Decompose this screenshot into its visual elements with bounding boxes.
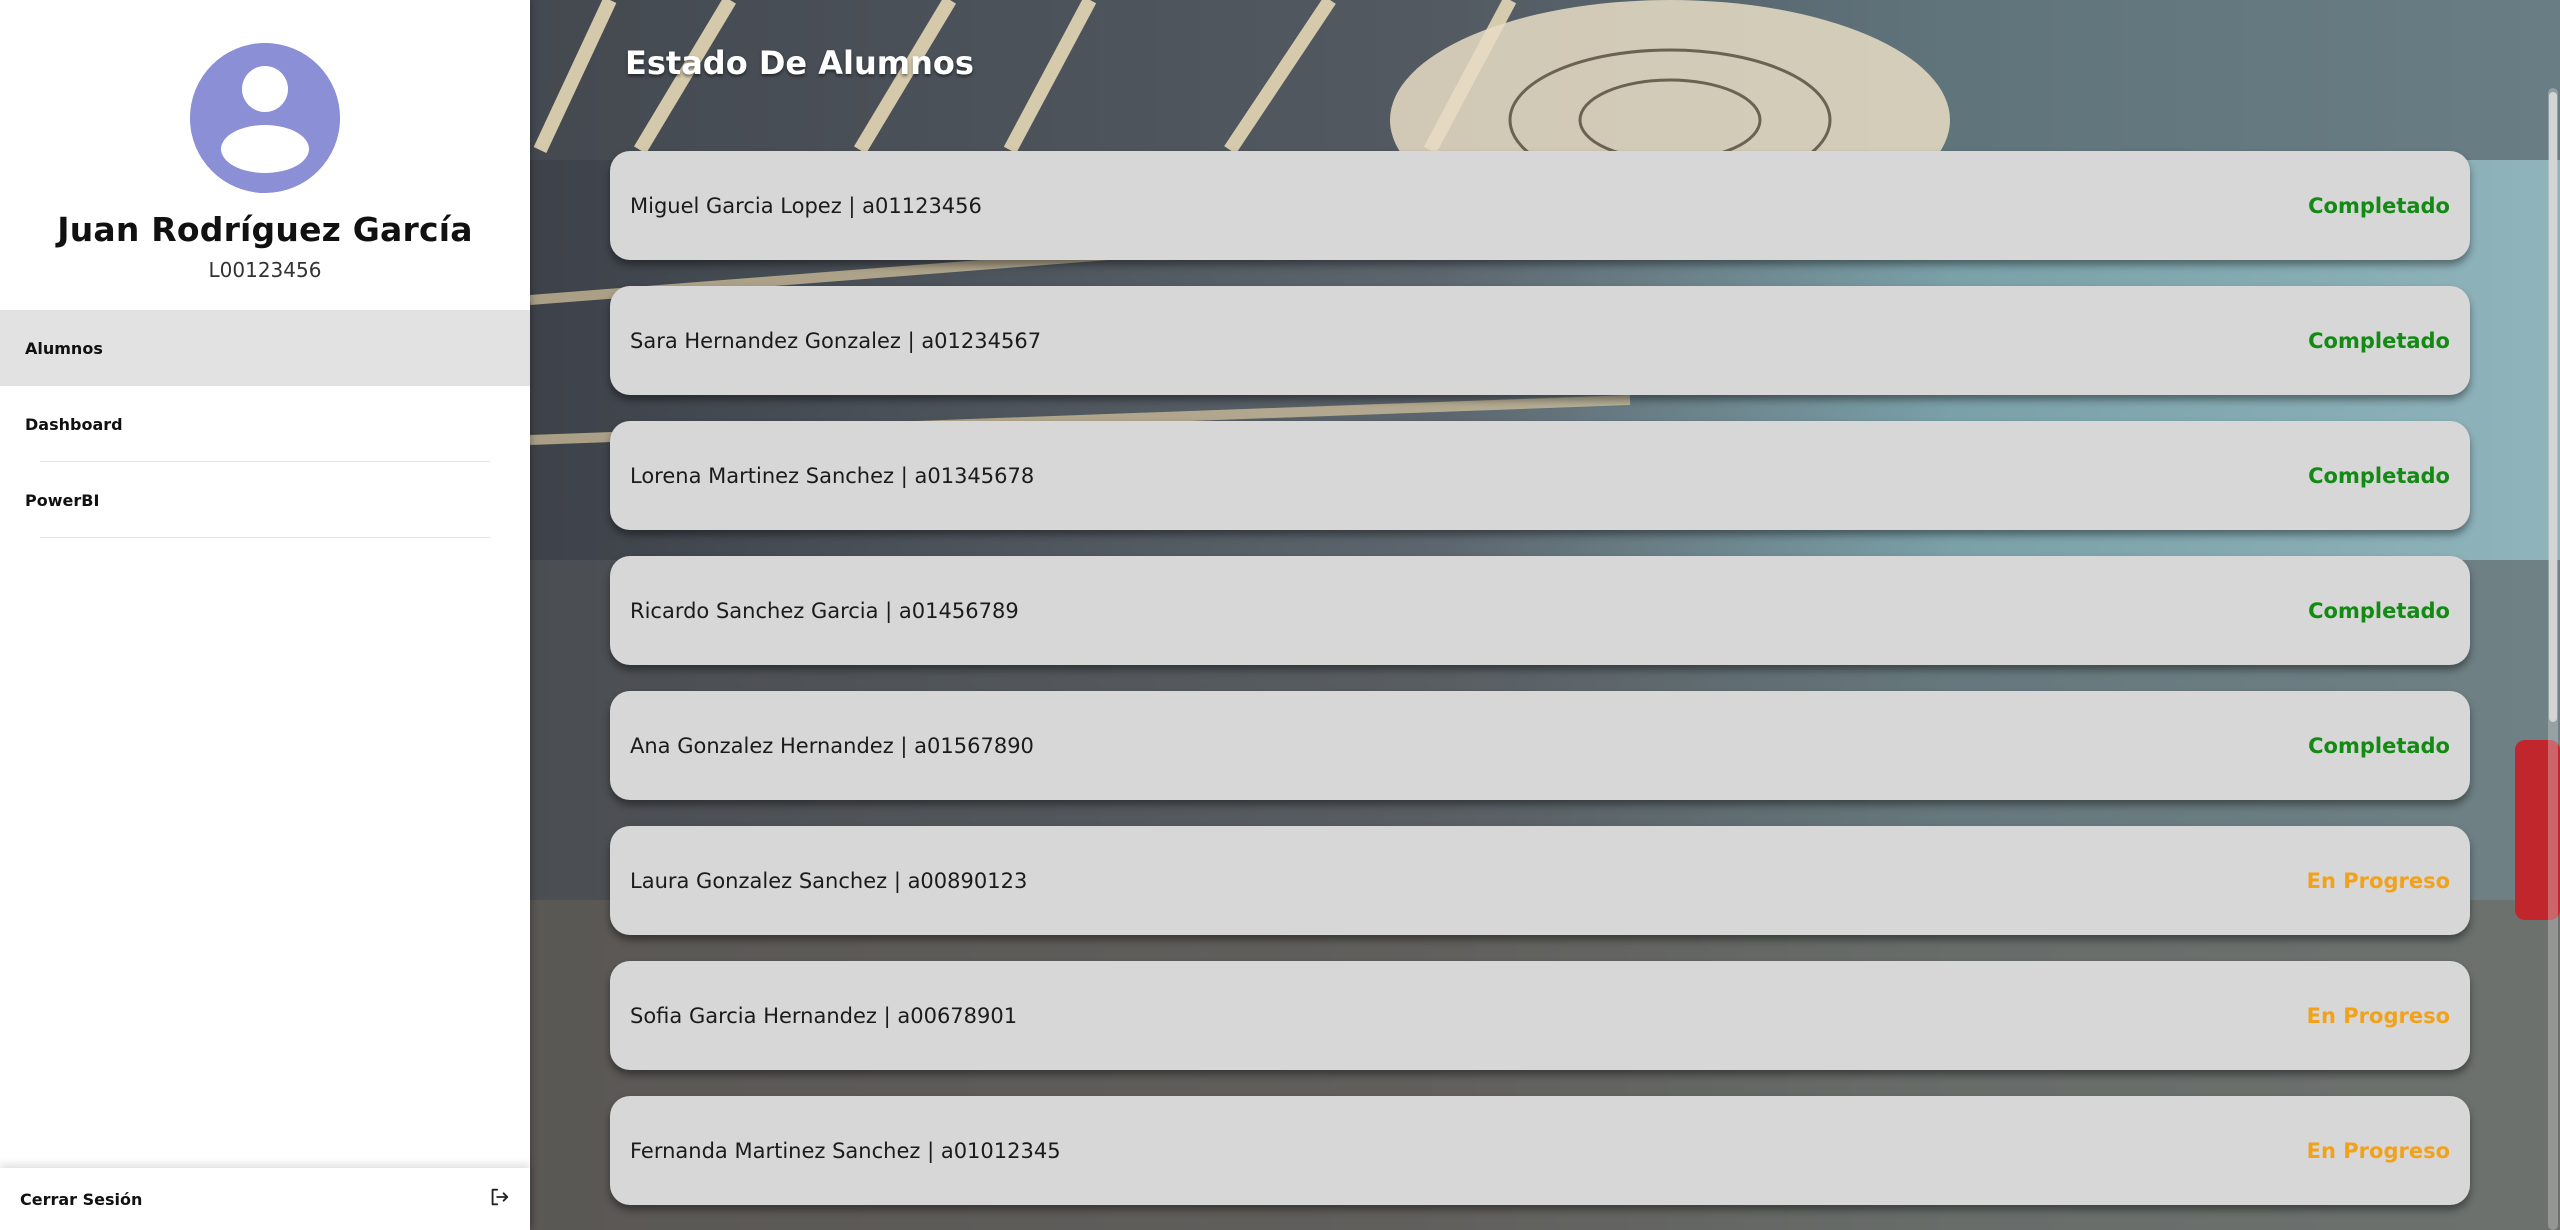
- student-info: Lorena Martinez Sanchez | a01345678: [630, 463, 1035, 488]
- divider: [40, 537, 490, 538]
- list-item[interactable]: Ricardo Sanchez Garcia | a01456789 Compl…: [610, 556, 2470, 665]
- student-info: Ana Gonzalez Hernandez | a01567890: [630, 733, 1034, 758]
- profile-card: Juan Rodríguez García L00123456: [0, 0, 530, 310]
- profile-name: Juan Rodríguez García: [57, 210, 473, 249]
- status-badge: Completado: [2308, 463, 2450, 488]
- student-info: Sofia Garcia Hernandez | a00678901: [630, 1003, 1018, 1028]
- page-title: Estado De Alumnos: [625, 44, 974, 82]
- list-item[interactable]: Sofia Garcia Hernandez | a00678901 En Pr…: [610, 961, 2470, 1070]
- student-info: Sara Hernandez Gonzalez | a01234567: [630, 328, 1042, 353]
- sidebar-item-label: Dashboard: [25, 414, 123, 434]
- logout-button[interactable]: Cerrar Sesión: [0, 1168, 530, 1230]
- status-badge: Completado: [2308, 598, 2450, 623]
- list-item[interactable]: Lorena Martinez Sanchez | a01345678 Comp…: [610, 421, 2470, 530]
- status-badge: Completado: [2308, 733, 2450, 758]
- profile-id: L00123456: [208, 258, 322, 282]
- student-info: Miguel Garcia Lopez | a01123456: [630, 193, 982, 218]
- student-info: Laura Gonzalez Sanchez | a00890123: [630, 868, 1028, 893]
- list-item[interactable]: Sara Hernandez Gonzalez | a01234567 Comp…: [610, 286, 2470, 395]
- status-badge: Completado: [2308, 193, 2450, 218]
- sidebar: Juan Rodríguez García L00123456 Alumnos …: [0, 0, 530, 1230]
- logout-icon: [488, 1186, 510, 1212]
- student-info: Ricardo Sanchez Garcia | a01456789: [630, 598, 1019, 623]
- status-badge: Completado: [2308, 328, 2450, 353]
- list-item[interactable]: Miguel Garcia Lopez | a01123456 Completa…: [610, 151, 2470, 260]
- sidebar-item-alumnos[interactable]: Alumnos: [0, 310, 530, 386]
- sidebar-item-powerbi[interactable]: PowerBI: [0, 462, 530, 538]
- sidebar-item-label: Alumnos: [25, 338, 103, 358]
- user-icon: [190, 43, 340, 193]
- scrollbar[interactable]: [2548, 88, 2558, 1230]
- status-badge: En Progreso: [2306, 1003, 2450, 1028]
- student-info: Fernanda Martinez Sanchez | a01012345: [630, 1138, 1061, 1163]
- sidebar-item-dashboard[interactable]: Dashboard: [0, 386, 530, 462]
- list-item[interactable]: Fernanda Martinez Sanchez | a01012345 En…: [610, 1096, 2470, 1205]
- status-badge: En Progreso: [2306, 1138, 2450, 1163]
- main-content: Estado De Alumnos Miguel Garcia Lopez | …: [530, 0, 2560, 1230]
- list-item[interactable]: Laura Gonzalez Sanchez | a00890123 En Pr…: [610, 826, 2470, 935]
- scrollbar-thumb[interactable]: [2549, 92, 2557, 722]
- status-badge: En Progreso: [2306, 868, 2450, 893]
- logout-label: Cerrar Sesión: [20, 1189, 143, 1209]
- sidebar-nav: Alumnos Dashboard PowerBI: [0, 310, 530, 538]
- list-item[interactable]: Ana Gonzalez Hernandez | a01567890 Compl…: [610, 691, 2470, 800]
- student-list: Miguel Garcia Lopez | a01123456 Completa…: [610, 151, 2470, 1230]
- sidebar-item-label: PowerBI: [25, 490, 100, 510]
